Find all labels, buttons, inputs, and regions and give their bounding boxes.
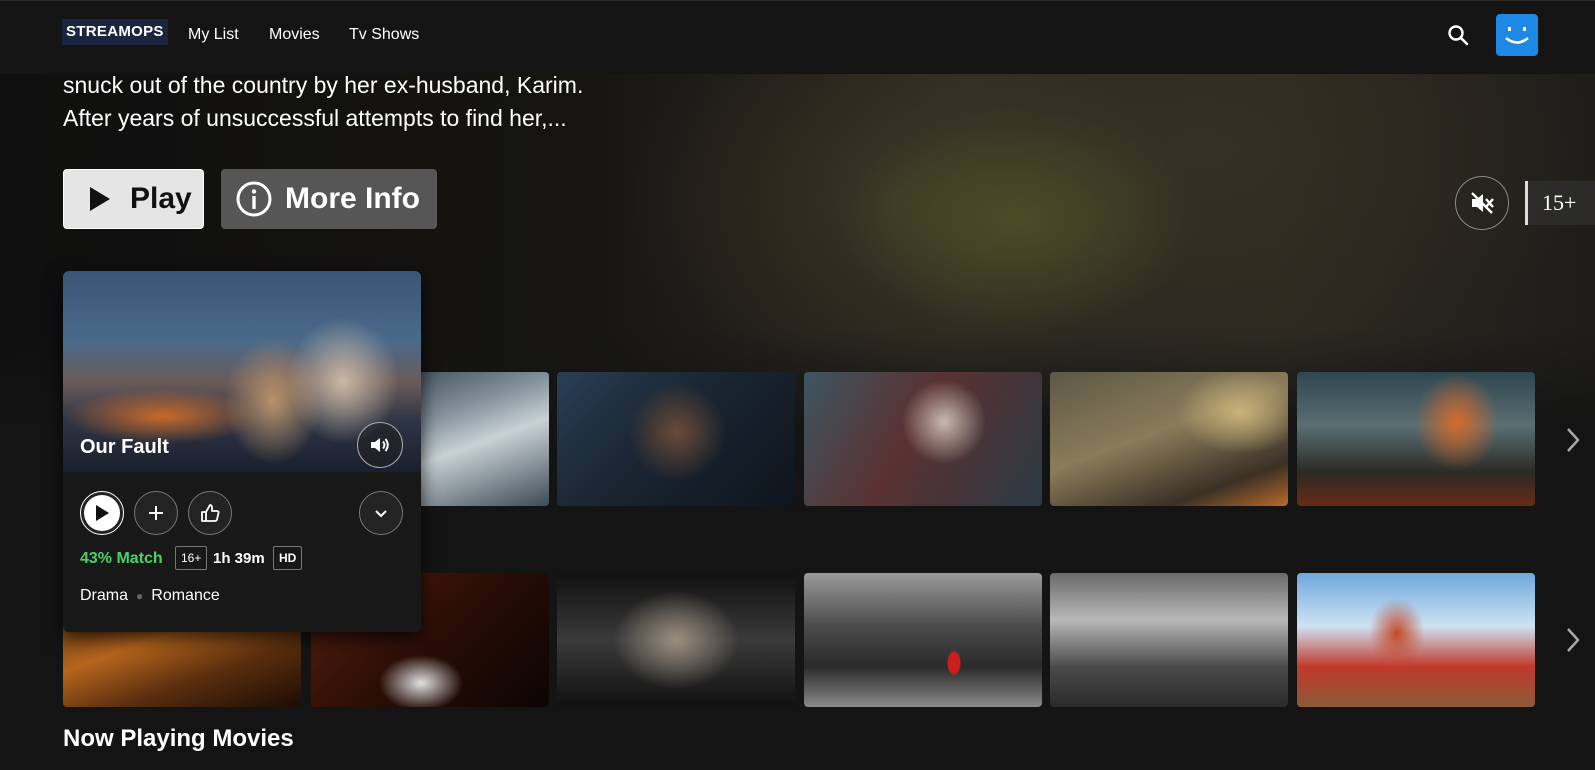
movie-tile[interactable] <box>1050 372 1288 506</box>
movie-tile[interactable] <box>1297 372 1535 506</box>
hero-synopsis: snuck out of the country by her ex-husba… <box>63 69 663 135</box>
movie-tile[interactable] <box>557 573 795 707</box>
more-info-button[interactable]: More Info <box>221 169 437 229</box>
genre-tag: Drama <box>80 587 129 604</box>
movie-tile[interactable] <box>804 372 1042 506</box>
movie-tile[interactable] <box>804 573 1042 707</box>
quality-badge: HD <box>273 546 303 570</box>
play-button-label: Play <box>130 182 192 215</box>
play-button[interactable]: Play <box>63 169 204 229</box>
section-title: Now Playing Movies <box>63 725 294 752</box>
couple-action-thumbnail <box>1050 372 1288 506</box>
movie-tile[interactable] <box>557 372 795 506</box>
add-to-list-button[interactable] <box>134 491 178 535</box>
genre-separator: ● <box>136 589 144 603</box>
chevron-right-icon <box>1567 428 1580 452</box>
nav-link-tv-shows[interactable]: Tv Shows <box>349 26 419 44</box>
chevron-down-icon <box>375 510 387 518</box>
volume-button[interactable] <box>357 422 403 468</box>
logo[interactable]: STREAMOPS <box>62 19 168 45</box>
card-play-disc <box>84 495 120 531</box>
movie-tile[interactable] <box>1050 573 1288 707</box>
nav-link-movies[interactable]: Movies <box>269 26 320 44</box>
smiley-face-icon <box>1505 27 1529 44</box>
row-1-next-button[interactable] <box>1560 420 1586 460</box>
search-icon[interactable] <box>1446 23 1470 47</box>
card-play-button[interactable] <box>80 491 124 535</box>
genre-tag: Romance <box>151 587 220 604</box>
maturity-rating-badge: 15+ <box>1525 181 1595 225</box>
synopsis-line: After years of unsuccessful attempts to … <box>63 105 567 131</box>
thumbs-up-icon <box>201 504 220 522</box>
avatar[interactable] <box>1496 14 1538 56</box>
crime-family-poster-thumbnail <box>557 573 795 707</box>
movie-tile[interactable] <box>1297 573 1535 707</box>
like-button[interactable] <box>188 491 232 535</box>
bald-men-thumbnail <box>804 372 1042 506</box>
synopsis-line: snuck out of the country by her ex-husba… <box>63 72 584 98</box>
row-2-next-button[interactable] <box>1560 620 1586 660</box>
girl-red-coat-thumbnail <box>804 573 1042 707</box>
jury-room-thumbnail <box>1050 573 1288 707</box>
speaker-icon <box>371 438 389 452</box>
mute-toggle-button[interactable] <box>1455 176 1509 230</box>
muted-speaker-icon <box>1471 192 1494 214</box>
play-icon <box>90 187 110 211</box>
age-rating-badge: 16+ <box>175 546 208 570</box>
anime-bathhouse-thumbnail <box>1297 573 1535 707</box>
man-with-glasses-thumbnail <box>557 372 795 506</box>
hover-card-title: Our Fault <box>80 436 169 458</box>
genre-list: Drama ● Romance <box>80 587 220 605</box>
more-info-button-label: More Info <box>285 182 420 215</box>
more-details-button[interactable] <box>359 491 403 535</box>
nav-link-my-list[interactable]: My List <box>188 26 239 44</box>
hover-preview-card[interactable]: Our Fault 43% Match 16+ 1h 39m HD Drama … <box>63 271 421 632</box>
chevron-right-icon <box>1567 628 1580 652</box>
play-icon <box>96 505 109 521</box>
info-icon <box>236 181 272 217</box>
top-navbar: STREAMOPS My List Movies Tv Shows <box>0 0 1595 74</box>
runtime: 1h 39m <box>213 550 265 567</box>
plus-icon <box>149 506 163 520</box>
woman-fire-forest-thumbnail <box>1297 372 1535 506</box>
match-percentage: 43% Match <box>80 550 163 567</box>
